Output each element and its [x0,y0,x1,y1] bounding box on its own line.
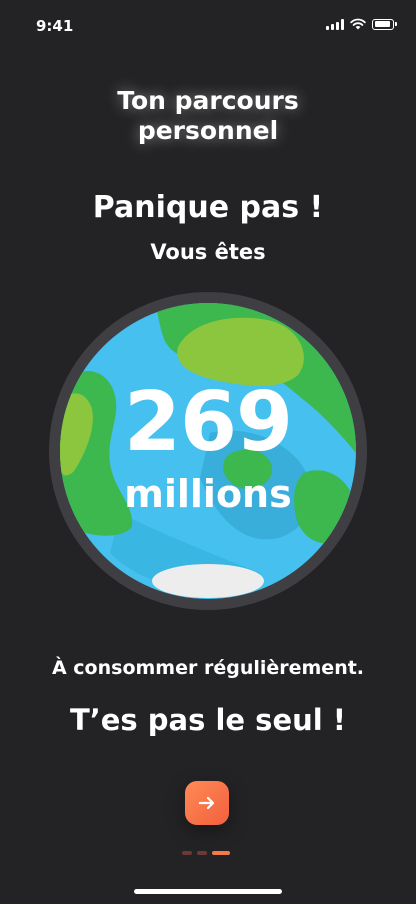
user-count-number: 269 [123,375,293,470]
status-time: 9:41 [36,17,74,35]
status-icons [326,18,397,30]
page-title-line-1: Ton parcours [117,86,299,115]
body-text: À consommer régulièrement. [51,657,365,679]
wifi-icon [350,18,366,30]
page-dot[interactable] [182,851,192,855]
status-bar: 9:41 [0,0,416,54]
user-count-unit: millions [124,472,292,516]
signal-icon [326,18,344,30]
page-title-line-2: personnel [137,116,279,145]
globe-illustration: 269 millions [49,292,367,610]
subheadline: Vous êtes [150,240,266,264]
battery-icon [372,18,397,30]
closing-text: T’es pas le seul ! [69,703,347,737]
next-button[interactable] [185,781,229,825]
page-title: Ton parcours personnel [0,86,416,146]
pagination-dots [182,851,230,855]
page-dot[interactable] [197,851,207,855]
page-dot-active[interactable] [212,851,230,855]
headline: Panique pas ! [92,190,324,225]
arrow-right-icon [198,796,215,810]
home-indicator[interactable] [134,889,282,894]
